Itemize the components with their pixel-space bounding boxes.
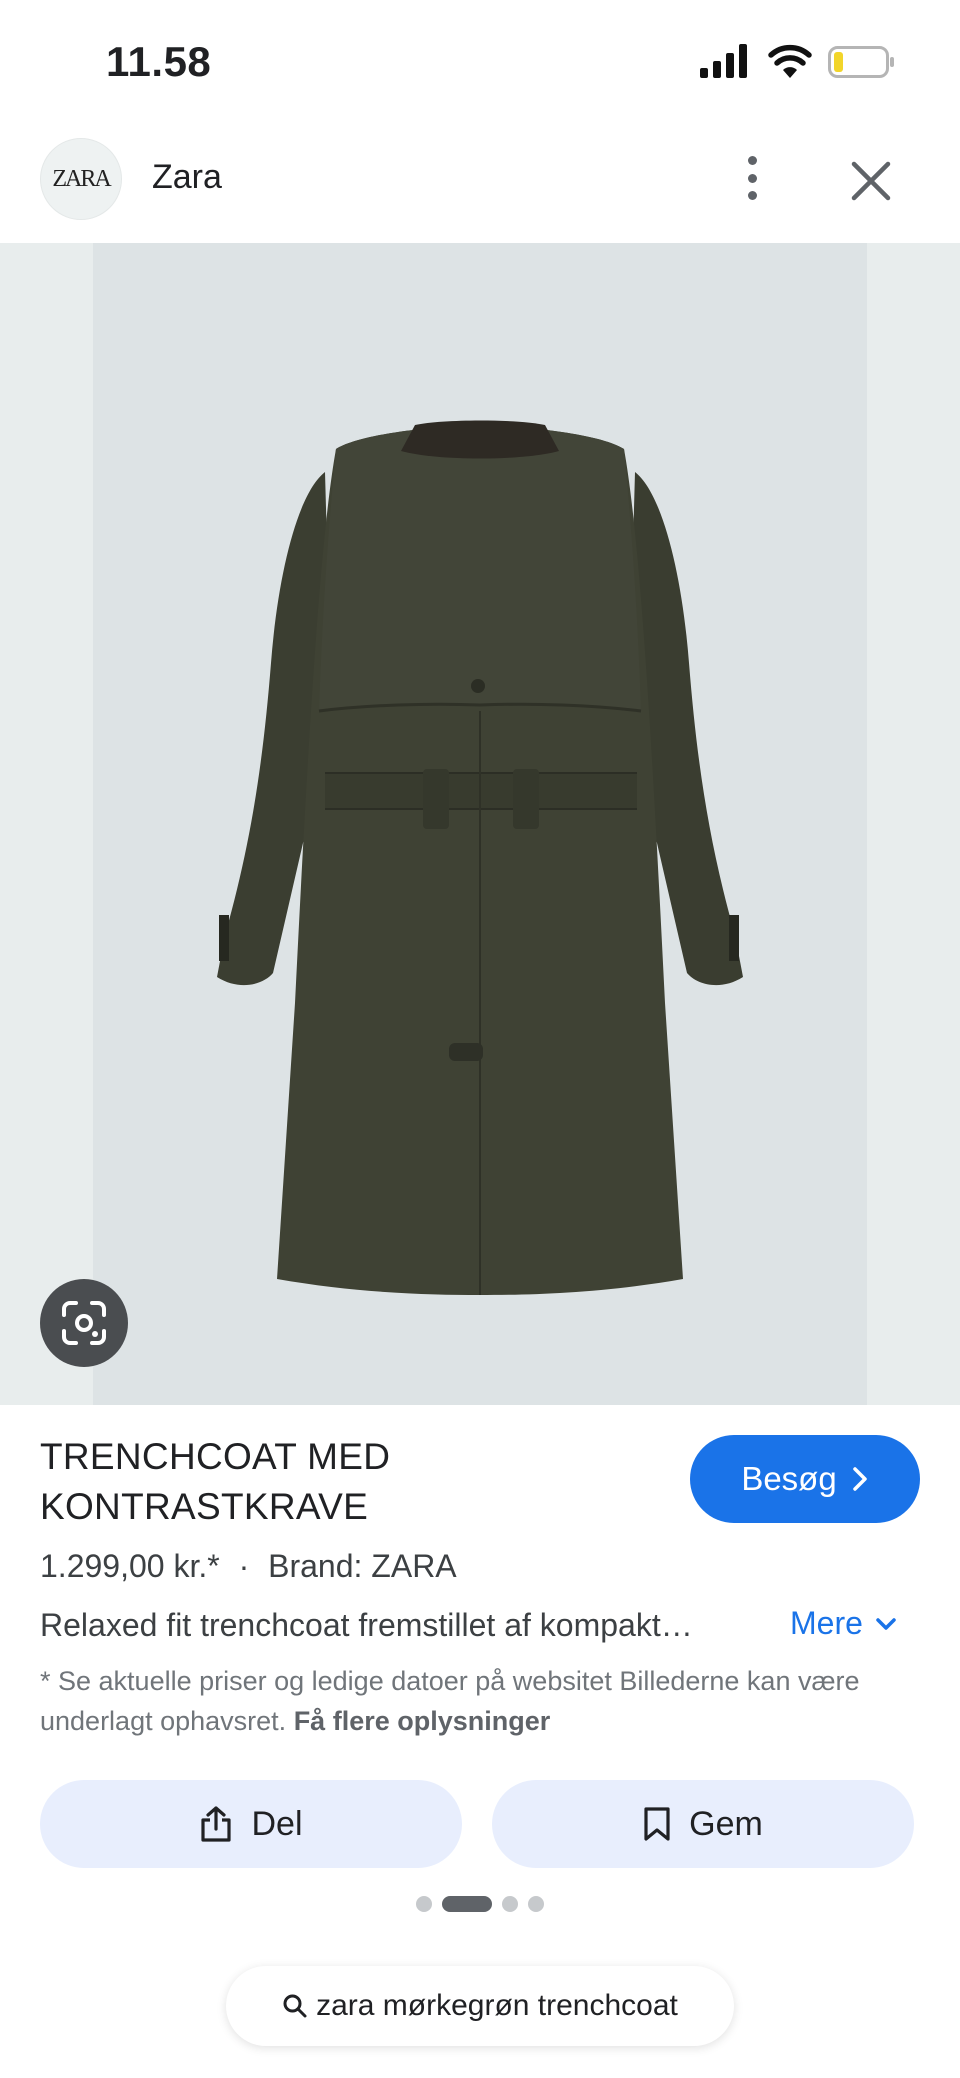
share-label: Del xyxy=(251,1804,303,1843)
copyright-disclaimer: * Se aktuelle priser og ledige datoer på… xyxy=(40,1661,920,1741)
product-image[interactable] xyxy=(93,243,867,1405)
site-logo[interactable]: ZARA xyxy=(40,138,122,220)
share-icon xyxy=(201,1806,232,1842)
chevron-right-icon xyxy=(852,1467,867,1491)
carousel-indicator xyxy=(416,1896,544,1912)
status-time: 11.58 xyxy=(106,38,212,85)
product-image-area[interactable] xyxy=(0,243,960,1405)
carousel-dot-active[interactable] xyxy=(442,1896,492,1912)
product-title: TRENCHCOAT MED KONTRASTKRAVE xyxy=(40,1436,391,1527)
more-label: Mere xyxy=(790,1605,863,1641)
signal-icon xyxy=(700,44,747,78)
lens-icon xyxy=(62,1301,106,1345)
wifi-icon xyxy=(768,44,812,78)
chevron-down-icon xyxy=(876,1617,896,1630)
close-icon[interactable] xyxy=(846,156,896,206)
carousel-dot[interactable] xyxy=(416,1896,432,1912)
visit-button-label: Besøg xyxy=(741,1460,837,1497)
product-price: 1.299,00 kr.* xyxy=(40,1548,220,1584)
search-query-chip[interactable]: zara mørkegrøn trenchcoat xyxy=(226,1966,734,2046)
battery-icon xyxy=(828,46,894,78)
search-query: zara mørkegrøn trenchcoat xyxy=(316,1989,678,2022)
carousel-dot[interactable] xyxy=(502,1896,518,1912)
more-info-link[interactable]: Få flere oplysninger xyxy=(294,1706,551,1736)
carousel-dot[interactable] xyxy=(528,1896,544,1912)
more-button[interactable]: Mere xyxy=(790,1605,897,1642)
status-bar: 11.58 xyxy=(0,0,960,120)
lens-button[interactable] xyxy=(40,1279,128,1367)
separator: · xyxy=(238,1548,250,1584)
site-name[interactable]: Zara xyxy=(152,158,222,197)
trenchcoat-image xyxy=(217,420,743,1295)
more-options-button[interactable] xyxy=(738,150,766,206)
save-label: Gem xyxy=(689,1804,763,1843)
save-button[interactable]: Gem xyxy=(492,1780,914,1868)
bookmark-icon xyxy=(644,1807,670,1841)
share-button[interactable]: Del xyxy=(40,1780,462,1868)
more-vert-icon xyxy=(747,156,757,165)
visit-button[interactable]: Besøg xyxy=(690,1435,920,1523)
product-brand: Brand: ZARA xyxy=(268,1548,457,1584)
product-description: Relaxed fit trenchcoat fremstillet af ko… xyxy=(40,1607,693,1643)
source-header: ZARA Zara xyxy=(0,128,960,242)
search-icon xyxy=(283,1994,307,2018)
price-row: 1.299,00 kr.* · Brand: ZARA xyxy=(40,1548,457,1585)
